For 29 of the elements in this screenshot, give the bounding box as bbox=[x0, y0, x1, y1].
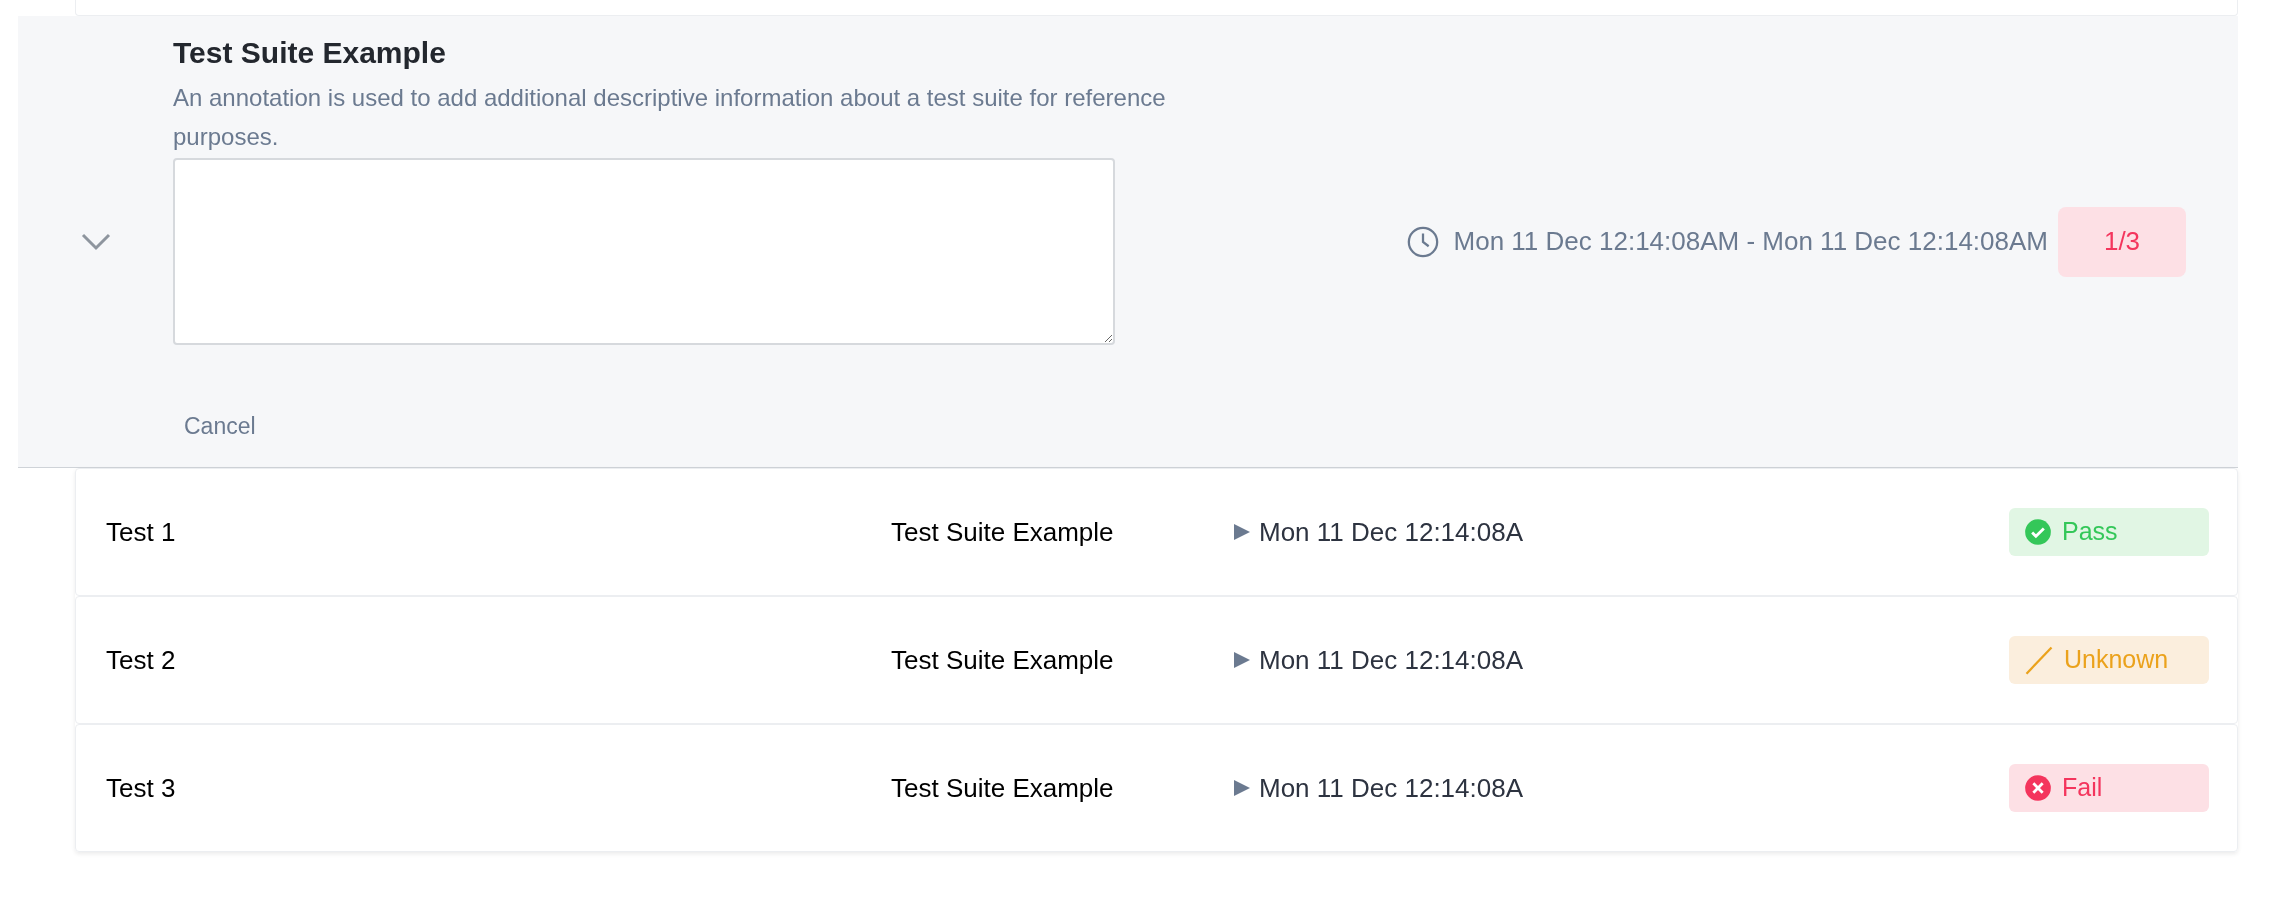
result-count: 1/3 bbox=[2058, 206, 2186, 277]
cancel-button[interactable]: Cancel bbox=[184, 409, 256, 444]
play-icon bbox=[1233, 651, 1251, 669]
status-label: Pass bbox=[2062, 516, 2118, 548]
status-label: Unknown bbox=[2064, 644, 2169, 676]
slash-icon bbox=[2024, 645, 2054, 675]
suite-description: An annotation is used to add additional descriptive information about a test suite for reference purposes. bbox=[173, 83, 1167, 152]
time-range: Mon 11 Dec 12:14:08AM - Mon 11 Dec 12:14:08AM bbox=[1453, 225, 2048, 258]
start-time: Mon 11 Dec 12:14:08A bbox=[1259, 771, 1524, 805]
annotation-field[interactable] bbox=[173, 158, 1115, 345]
test-row[interactable]: Test 3 Test Suite Example Mon 11 Dec 12:14:08A Fail bbox=[75, 724, 2238, 852]
suite-name: Test Suite Example bbox=[891, 515, 1115, 549]
start-time: Mon 11 Dec 12:14:08A bbox=[1259, 643, 1524, 677]
clock-icon bbox=[1405, 224, 1440, 259]
test-row[interactable]: Test 1 Test Suite Example Mon 11 Dec 12:14:08A Pass bbox=[75, 468, 2238, 596]
test-name: Test 1 bbox=[106, 515, 177, 549]
suite-name: Test Suite Example bbox=[891, 771, 1115, 805]
status-label: Fail bbox=[2062, 772, 2103, 804]
play-icon bbox=[1233, 779, 1251, 797]
chevron-down-icon[interactable] bbox=[79, 231, 112, 252]
test-name: Test 2 bbox=[106, 643, 177, 677]
start-time: Mon 11 Dec 12:14:08A bbox=[1259, 515, 1524, 549]
test-row[interactable]: Test 2 Test Suite Example Mon 11 Dec 12:14:08A Unknown bbox=[75, 596, 2238, 724]
suite-name: Test Suite Example bbox=[891, 643, 1115, 677]
check-circle-icon bbox=[2024, 518, 2052, 546]
test-name: Test 3 bbox=[106, 771, 177, 805]
suite-title: Test Suite Example bbox=[173, 35, 447, 71]
x-circle-icon bbox=[2024, 774, 2052, 802]
play-icon bbox=[1233, 523, 1251, 541]
